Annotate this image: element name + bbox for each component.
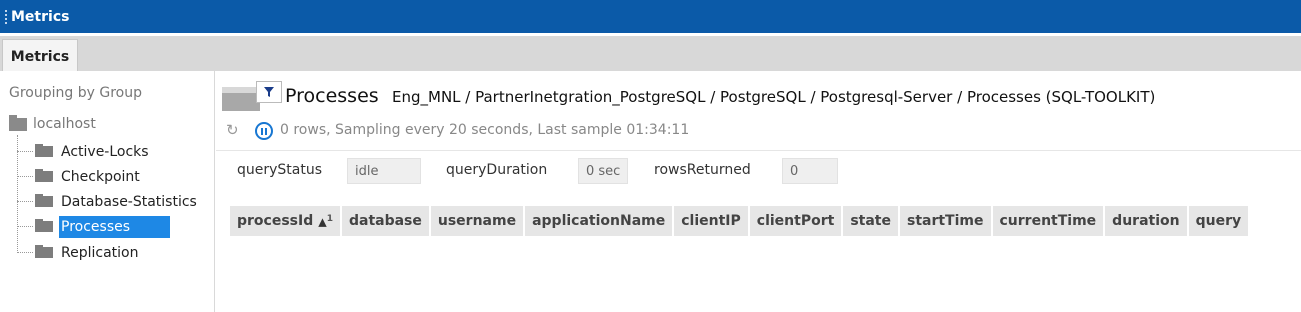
pause-icon[interactable] <box>255 122 273 140</box>
folder-icon <box>35 169 53 182</box>
sidebar-item-database-statistics[interactable]: Database-Statistics <box>17 189 215 214</box>
column-header-currenttime[interactable]: currentTime <box>992 206 1106 236</box>
tree-root-localhost[interactable]: localhost <box>9 114 96 132</box>
panel-title: Processes <box>285 85 379 107</box>
column-header-query[interactable]: query <box>1188 206 1251 236</box>
query-duration-label: queryDuration <box>446 162 548 178</box>
folder-icon <box>35 245 53 258</box>
column-header-starttime[interactable]: startTime <box>899 206 993 236</box>
rows-returned-label: rowsReturned <box>654 162 751 178</box>
folder-icon <box>35 219 53 232</box>
view-selector-button[interactable] <box>220 81 282 111</box>
parameters-bar: queryStatus idle queryDuration 0 sec row… <box>216 151 1301 191</box>
refresh-icon[interactable]: ↻ <box>226 122 242 138</box>
column-header-processid[interactable]: processId ▲1 <box>230 206 342 236</box>
sidebar-item-label: Active-Locks <box>61 143 149 160</box>
sidebar-item-active-locks[interactable]: Active-Locks <box>17 139 215 164</box>
sidebar-item-label: Processes <box>59 215 171 238</box>
tab-strip: Metrics <box>0 33 1301 74</box>
panel-icon <box>222 87 260 111</box>
sort-ascending-icon: ▲1 <box>318 213 333 229</box>
column-header-database[interactable]: database <box>341 206 431 236</box>
sidebar-item-checkpoint[interactable]: Checkpoint <box>17 164 215 189</box>
rows-returned-value: 0 <box>782 158 838 184</box>
processes-table-header: processId ▲1 database username applicati… <box>230 206 1251 236</box>
column-header-clientport[interactable]: clientPort <box>749 206 844 236</box>
sampling-status: 0 rows, Sampling every 20 seconds, Last … <box>280 122 690 138</box>
column-header-applicationname[interactable]: applicationName <box>525 206 675 236</box>
window-titlebar: Metrics <box>0 0 1301 33</box>
main-panel: Processes Eng_MNL / PartnerInetgration_P… <box>216 71 1301 312</box>
sidebar-item-processes[interactable]: Processes <box>17 214 215 239</box>
query-duration-value: 0 sec <box>578 158 628 184</box>
column-header-duration[interactable]: duration <box>1105 206 1189 236</box>
sidebar-item-replication[interactable]: Replication <box>17 240 215 265</box>
column-header-clientip[interactable]: clientIP <box>674 206 750 236</box>
column-header-state[interactable]: state <box>843 206 900 236</box>
column-header-username[interactable]: username <box>430 206 526 236</box>
grouping-label: Grouping by Group <box>9 85 142 101</box>
filter-icon[interactable] <box>256 81 282 103</box>
folder-icon <box>35 194 53 207</box>
sidebar-item-label: Checkpoint <box>61 168 140 185</box>
tree-root-label: localhost <box>33 116 96 132</box>
sidebar-item-label: Replication <box>61 244 139 261</box>
drag-grip-icon[interactable] <box>4 8 8 25</box>
window-title: Metrics <box>11 8 70 25</box>
folder-icon <box>9 114 27 131</box>
query-status-label: queryStatus <box>237 162 323 178</box>
query-status-value: idle <box>347 158 421 184</box>
sidebar-item-label: Database-Statistics <box>61 193 197 210</box>
sidebar: Grouping by Group localhost Active-Locks… <box>0 71 215 312</box>
tab-metrics[interactable]: Metrics <box>2 39 78 74</box>
breadcrumb: Eng_MNL / PartnerInetgration_PostgreSQL … <box>392 88 1156 106</box>
folder-icon <box>35 144 53 157</box>
